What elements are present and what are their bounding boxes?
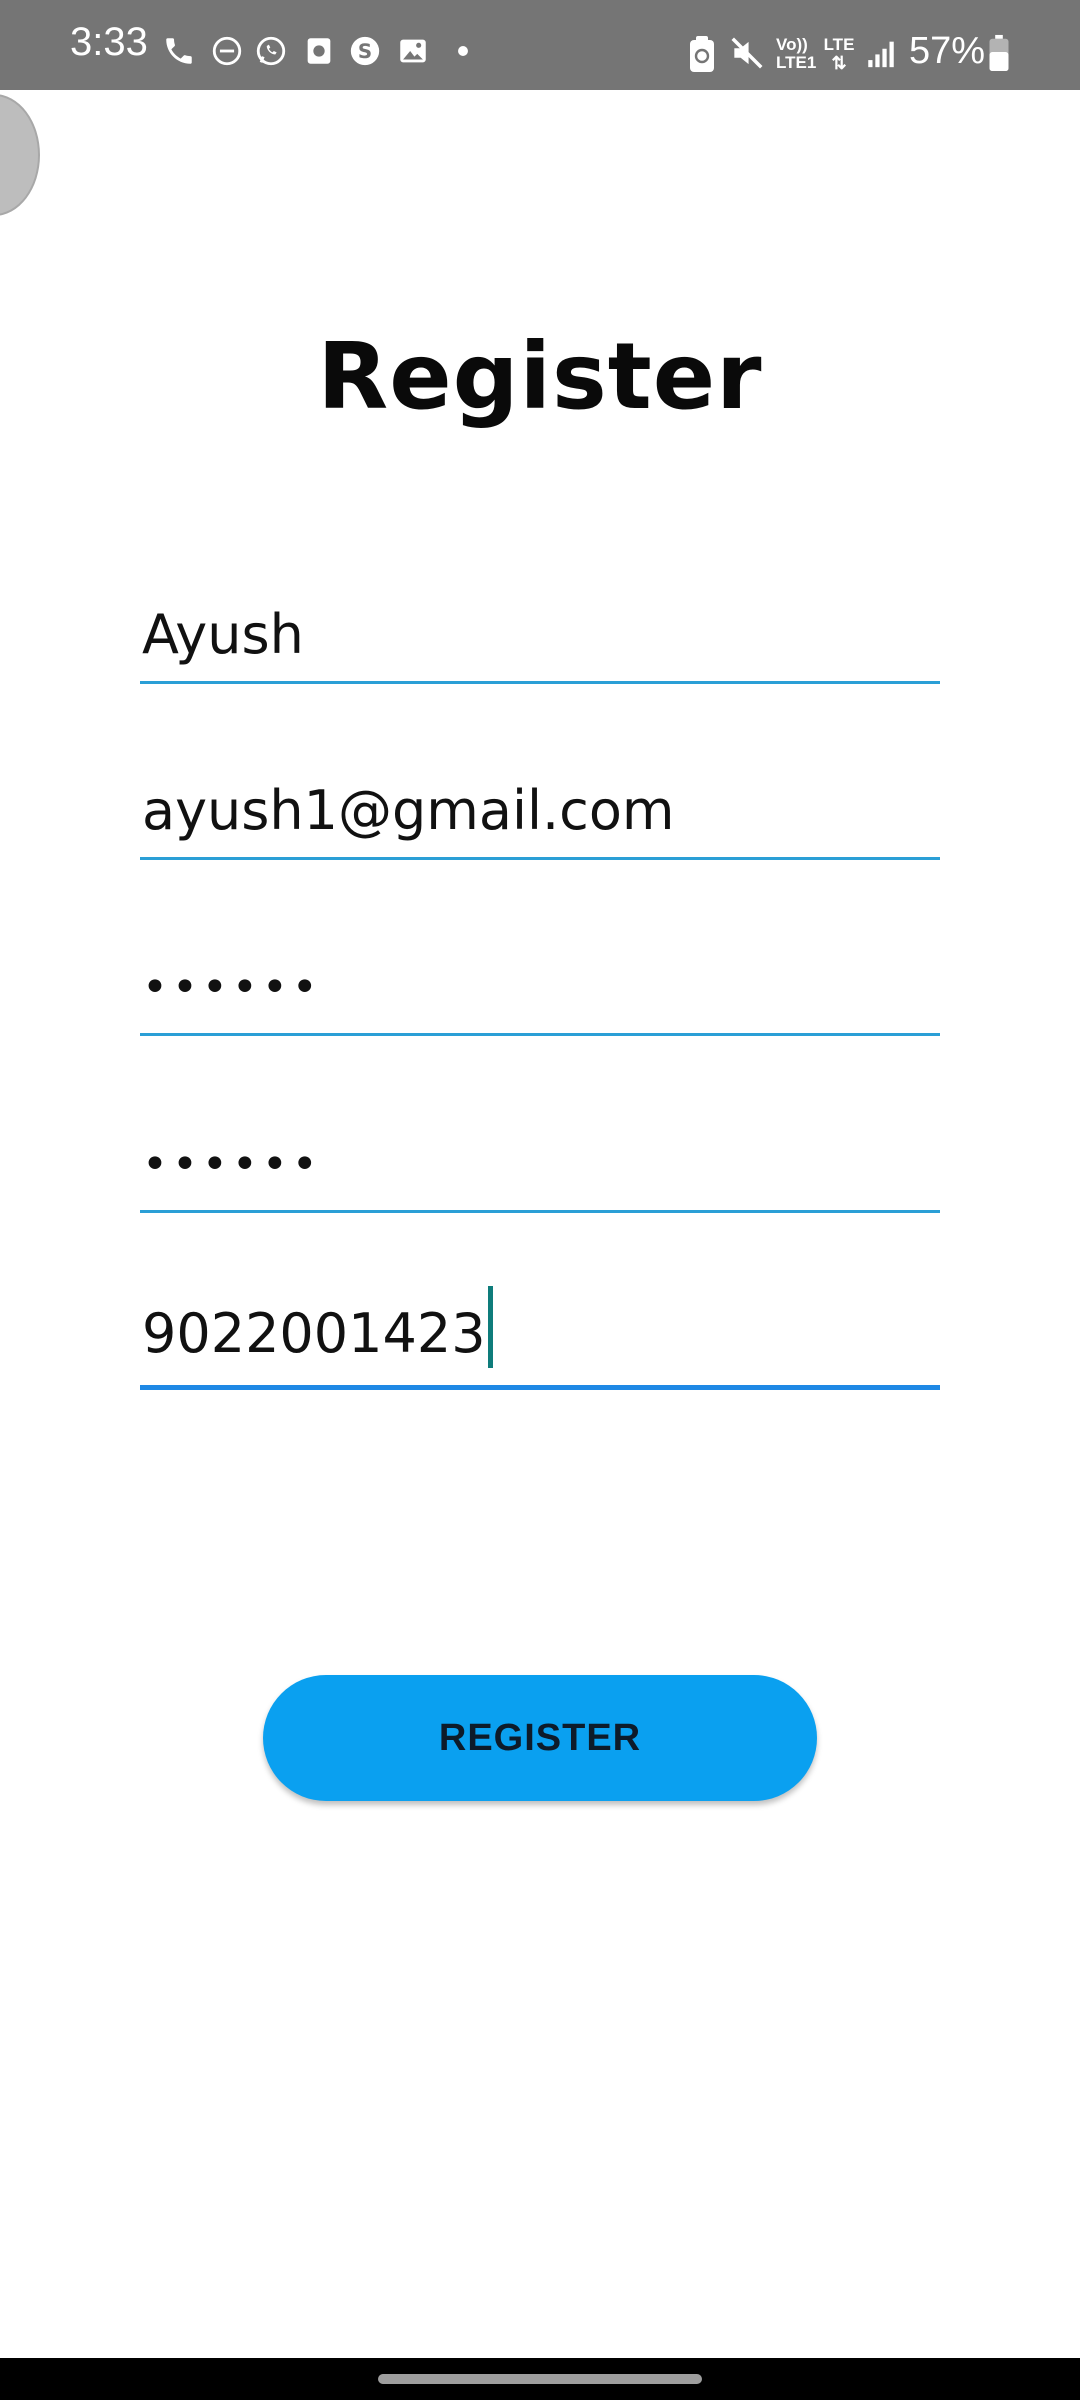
phone-icon — [166, 38, 192, 64]
do-not-disturb-icon — [212, 36, 242, 66]
email-field-underline — [140, 857, 940, 860]
status-time: 3:33 — [70, 20, 148, 64]
whatsapp-icon — [256, 36, 286, 66]
phone-input-value[interactable]: 9022001423 — [142, 1302, 486, 1365]
lte-label: LTE — [823, 35, 855, 54]
dot-icon — [458, 46, 468, 56]
text-cursor — [487, 1286, 493, 1368]
battery-saver-icon — [690, 36, 714, 72]
phone-input-container[interactable]: 9022001423 — [142, 1286, 493, 1368]
page-title: Register — [317, 323, 763, 430]
phone-field[interactable]: 9022001423 — [140, 1286, 940, 1390]
register-button[interactable]: REGISTER — [263, 1675, 817, 1801]
app-icon — [307, 38, 331, 64]
svg-text:S: S — [358, 40, 372, 63]
email-field[interactable]: ayush1@gmail.com — [140, 770, 940, 860]
confirm-password-input-value[interactable]: •••••• — [142, 1143, 322, 1187]
volte-label: Vo)) — [776, 35, 808, 54]
image-icon — [400, 39, 426, 63]
name-field[interactable]: Ayush — [140, 594, 940, 684]
signal-icon — [868, 41, 894, 68]
lte-icon: LTE ⇅ — [821, 36, 857, 76]
s-app-icon: S — [350, 36, 380, 66]
battery-percent: 57% — [909, 30, 986, 72]
navigation-bar — [0, 2358, 1080, 2400]
phone-field-underline — [140, 1385, 940, 1390]
password-input-value[interactable]: •••••• — [142, 966, 322, 1010]
home-gesture-handle[interactable] — [378, 2374, 702, 2384]
register-button-label: REGISTER — [438, 1716, 642, 1759]
name-input-value[interactable]: Ayush — [142, 608, 304, 662]
password-field-underline — [140, 1033, 940, 1036]
confirm-password-field-underline — [140, 1210, 940, 1213]
mute-icon — [731, 37, 763, 69]
password-field[interactable]: •••••• — [140, 946, 940, 1036]
email-input-value[interactable]: ayush1@gmail.com — [142, 784, 674, 838]
lte1-label: LTE1 — [776, 53, 817, 72]
status-bar: 3:33 S Vo)) LTE1 LTE ⇅ 57% — [0, 0, 1080, 90]
name-field-underline — [140, 681, 940, 684]
volte-icon: Vo)) LTE1 — [776, 36, 816, 76]
battery-icon — [989, 34, 1009, 72]
system-status-icons: Vo)) LTE1 LTE ⇅ — [680, 0, 1080, 90]
confirm-password-field[interactable]: •••••• — [140, 1123, 940, 1213]
floating-bubble[interactable] — [0, 94, 40, 216]
